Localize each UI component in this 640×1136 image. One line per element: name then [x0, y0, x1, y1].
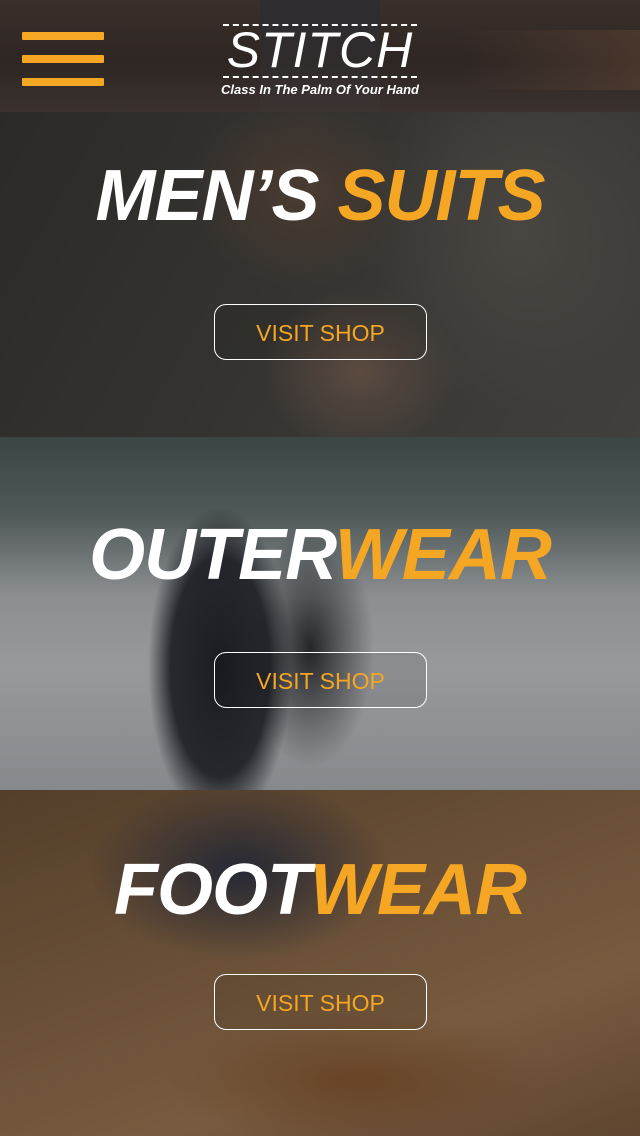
mens-suits-title: MEN’S SUITS — [0, 156, 640, 236]
hamburger-menu-icon[interactable] — [22, 32, 104, 88]
outerwear-overlay — [0, 437, 640, 790]
footwear-title-accent: WEAR — [309, 850, 527, 930]
mens-suits-title-white: MEN’S — [95, 156, 338, 236]
outerwear-title: OUTERWEAR — [0, 515, 640, 595]
footwear-title: FOOTWEAR — [0, 850, 640, 930]
logo[interactable]: STITCH Class In The Palm Of Your Hand — [200, 22, 440, 106]
mens-suits-visit-shop-button[interactable]: VISIT SHOP — [214, 304, 427, 360]
footwear-overlay — [0, 790, 640, 1136]
menu-bar-middle — [22, 55, 104, 63]
app-screen: STITCH Class In The Palm Of Your Hand ME… — [0, 0, 640, 1136]
outerwear-title-accent: WEAR — [334, 515, 552, 595]
menu-bar-bottom — [22, 78, 104, 86]
logo-stitch-line-bottom — [222, 76, 418, 78]
category-mens-suits: MEN’S SUITS VISIT SHOP — [0, 112, 640, 437]
brand-tagline: Class In The Palm Of Your Hand — [221, 82, 419, 97]
category-footwear: FOOTWEAR VISIT SHOP — [0, 790, 640, 1136]
outerwear-title-white: OUTER — [89, 515, 336, 595]
menu-bar-top — [22, 32, 104, 40]
header: STITCH Class In The Palm Of Your Hand — [0, 0, 640, 112]
brand-name: STITCH — [226, 22, 414, 78]
mens-suits-title-accent: SUITS — [337, 156, 546, 236]
footwear-title-white: FOOT — [114, 850, 311, 930]
footwear-visit-shop-button[interactable]: VISIT SHOP — [214, 974, 427, 1030]
header-background-detail — [460, 30, 640, 90]
logo-mark: STITCH — [222, 22, 418, 78]
logo-stitch-line-top — [222, 24, 418, 26]
outerwear-visit-shop-button[interactable]: VISIT SHOP — [214, 652, 427, 708]
category-outerwear: OUTERWEAR VISIT SHOP — [0, 437, 640, 790]
